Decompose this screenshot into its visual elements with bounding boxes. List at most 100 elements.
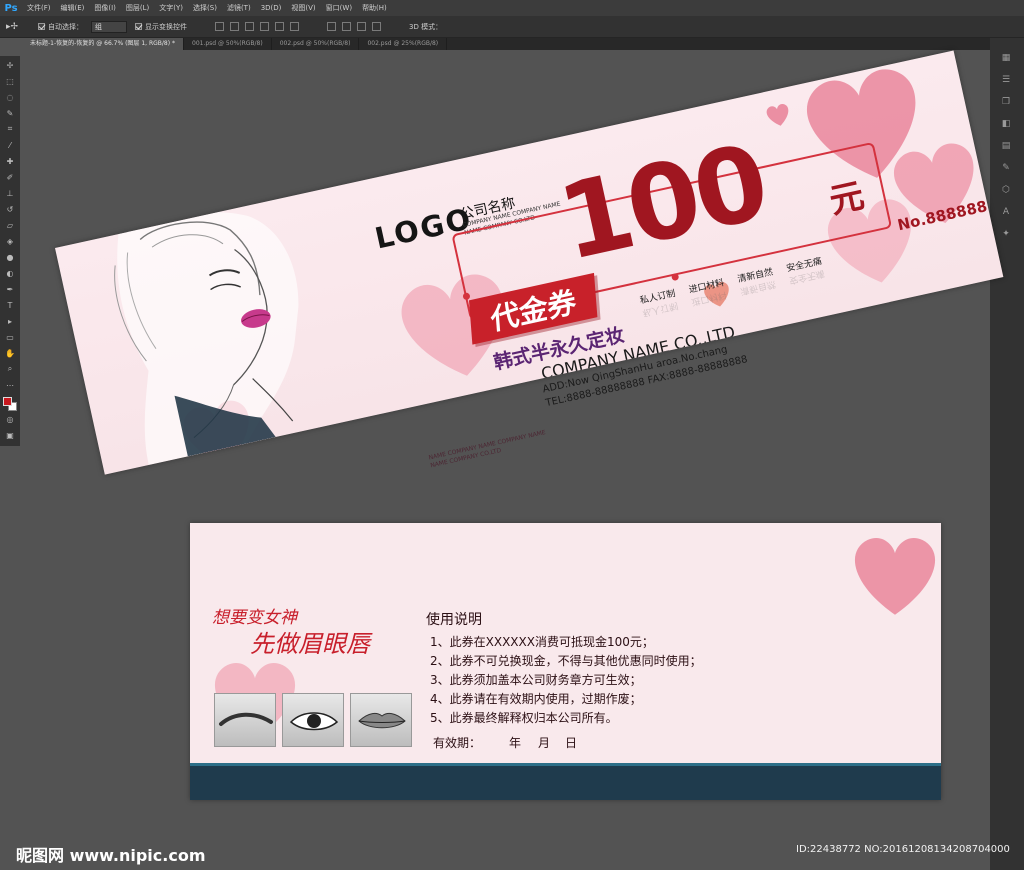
channels-panel-icon[interactable]: ▤ [1000, 140, 1012, 152]
menu-layer[interactable]: 图层(L) [121, 0, 154, 16]
tab-document-4[interactable]: 002.psd @ 25%(RGB/8) [359, 38, 448, 50]
move-tool-preset-icon[interactable]: ▸✢ [6, 20, 30, 34]
history-panel-icon[interactable]: ▦ [1000, 52, 1012, 64]
usage-rule: 3、此券须加盖本公司财务章方可生效； [430, 673, 642, 687]
quick-mask-icon[interactable]: ◎ [3, 412, 17, 426]
screen-mode-icon[interactable]: ▣ [3, 428, 17, 442]
layers-panel-icon[interactable]: ❐ [1000, 96, 1012, 108]
logo-reflection-text: NAME COMPANY NAME COMPANY NAME [428, 429, 547, 462]
menu-select[interactable]: 选择(S) [188, 0, 222, 16]
eraser-tool-icon[interactable]: ▱ [3, 218, 17, 232]
document-tabs: 未标题-1-恢复的-恢复的 @ 66.7% (图层 1, RGB/8) * 00… [22, 38, 990, 50]
more-tools-icon[interactable]: ⋯ [3, 378, 17, 392]
menu-view[interactable]: 视图(V) [286, 0, 320, 16]
validity-day: 日 [565, 736, 578, 750]
usage-title: 使用说明 [426, 612, 482, 628]
marquee-tool-icon[interactable]: ⬚ [3, 74, 17, 88]
brush-tool-icon[interactable]: ✐ [3, 170, 17, 184]
crop-tool-icon[interactable]: ⌗ [3, 122, 17, 136]
heart-decoration [854, 537, 936, 615]
options-bar: ▸✢ 自动选择： 组 显示变换控件 3D 模式： [0, 16, 1024, 38]
menu-image[interactable]: 图像(I) [89, 0, 121, 16]
dodge-tool-icon[interactable]: ◐ [3, 266, 17, 280]
eyedropper-tool-icon[interactable]: ⁄ [3, 138, 17, 152]
checkbox-icon [38, 23, 45, 30]
eye-icon [289, 712, 339, 731]
menu-help[interactable]: 帮助(H) [357, 0, 392, 16]
tab-document-1[interactable]: 未标题-1-恢复的-恢复的 @ 66.7% (图层 1, RGB/8) * [22, 38, 184, 50]
image-id-watermark: ID:22438772 NO:20161208134208704000 [796, 844, 1010, 855]
align-controls [215, 22, 299, 31]
foreground-color[interactable] [3, 397, 12, 406]
menu-edit[interactable]: 编辑(E) [56, 0, 90, 16]
menu-3d[interactable]: 3D(D) [256, 0, 287, 16]
frame-dot [671, 272, 680, 282]
slogan-line-2: 先做眉眼唇 [250, 630, 370, 658]
coupon-bottom-band [190, 763, 941, 800]
blur-tool-icon[interactable]: ● [3, 250, 17, 264]
paths-panel-icon[interactable]: ✦ [1000, 228, 1012, 240]
eyebrow-thumbnail [214, 693, 276, 747]
menu-type[interactable]: 文字(Y) [154, 0, 188, 16]
shape-tool-icon[interactable]: ▭ [3, 330, 17, 344]
align-top-icon[interactable] [215, 22, 224, 31]
heart-decoration [766, 104, 789, 126]
menu-filter[interactable]: 滤镜(T) [222, 0, 256, 16]
auto-select-checkbox[interactable]: 自动选择： [38, 22, 83, 32]
tab-document-3[interactable]: 002.psd @ 50%(RGB/8) [272, 38, 360, 50]
align-left-icon[interactable] [260, 22, 269, 31]
path-select-icon[interactable]: ▸ [3, 314, 17, 328]
pen-tool-icon[interactable]: ✒ [3, 282, 17, 296]
color-swatches[interactable] [2, 396, 18, 412]
properties-panel-icon[interactable]: ☰ [1000, 74, 1012, 86]
move-tool-icon[interactable]: ✢ [3, 58, 17, 72]
quick-select-tool-icon[interactable]: ✎ [3, 106, 17, 120]
distribute-bottom-icon[interactable] [357, 22, 366, 31]
site-watermark: 昵图网 www.nipic.com [16, 846, 206, 865]
eye-thumbnail [282, 693, 344, 747]
type-tool-icon[interactable]: T [3, 298, 17, 312]
distribute-controls [327, 22, 381, 31]
tab-document-2[interactable]: 001.psd @ 50%(RGB/8) [184, 38, 272, 50]
bucket-tool-icon[interactable]: ◈ [3, 234, 17, 248]
validity-year: 年 [509, 736, 522, 750]
usage-rule: 4、此券请在有效期内使用，过期作废； [430, 692, 642, 706]
checkbox-icon [135, 23, 142, 30]
distribute-top-icon[interactable] [327, 22, 336, 31]
show-transform-checkbox[interactable]: 显示变换控件 [135, 22, 187, 32]
lasso-tool-icon[interactable]: ◌ [3, 90, 17, 104]
photoshop-logo-icon: Ps [4, 2, 18, 14]
stamp-tool-icon[interactable]: ⊥ [3, 186, 17, 200]
panel-icons: ▦ ☰ ❐ ◧ ▤ ✎ ⬡ A ✦ [1000, 52, 1014, 250]
coupon-front: LOGO 公司名称 COMPANY NAME COMPANY NAME NAME… [55, 50, 1004, 475]
character-panel-icon[interactable]: A [1000, 206, 1012, 218]
adjustments-panel-icon[interactable]: ◧ [1000, 118, 1012, 130]
align-center-icon[interactable] [275, 22, 284, 31]
usage-rule: 1、此券在XXXXXX消费可抵现金100元； [430, 635, 654, 649]
mode-3d-label: 3D 模式： [409, 22, 443, 31]
hand-tool-icon[interactable]: ✋ [3, 346, 17, 360]
align-right-icon[interactable] [290, 22, 299, 31]
logo-reflection-text: NAME COMPANY CO.LTD [429, 446, 502, 470]
auto-select-label: 自动选择： [48, 22, 83, 31]
eyebrow-icon [219, 712, 273, 726]
usage-rule: 2、此券不可兑换现金，不得与其他优惠同时使用； [430, 654, 702, 668]
menu-file[interactable]: 文件(F) [22, 0, 56, 16]
coupon-back: 想要变女神 先做眉眼唇 使用说明 1、此券在XXXXXX消费可抵现金100元； … [190, 523, 941, 800]
validity-month: 月 [538, 736, 551, 750]
align-bottom-icon[interactable] [245, 22, 254, 31]
history-brush-icon[interactable]: ↺ [3, 202, 17, 216]
brush-panel-icon[interactable]: ✎ [1000, 162, 1012, 174]
distribute-middle-icon[interactable] [342, 22, 351, 31]
menu-window[interactable]: 窗口(W) [321, 0, 357, 16]
show-transform-label: 显示变换控件 [145, 22, 187, 31]
validity-label: 有效期： [433, 736, 482, 750]
align-middle-icon[interactable] [230, 22, 239, 31]
usage-rule: 5、此券最终解释权归本公司所有。 [430, 711, 618, 725]
zoom-tool-icon[interactable]: ⌕ [3, 362, 17, 376]
auto-select-dropdown[interactable]: 组 [91, 20, 127, 33]
3d-panel-icon[interactable]: ⬡ [1000, 184, 1012, 196]
distribute-left-icon[interactable] [372, 22, 381, 31]
healing-tool-icon[interactable]: ✚ [3, 154, 17, 168]
lips-thumbnail [350, 693, 412, 747]
